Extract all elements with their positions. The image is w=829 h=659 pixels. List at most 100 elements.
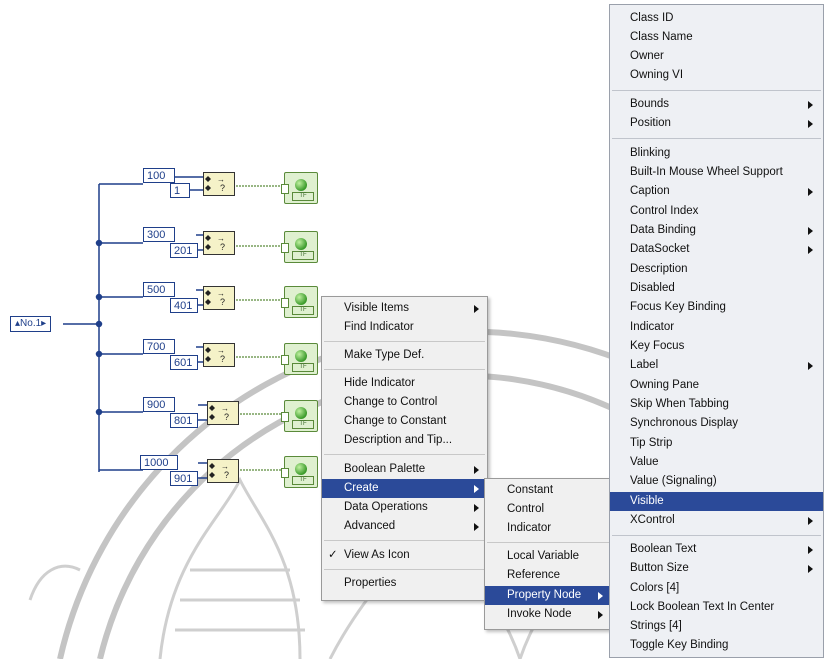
- menu-item-constant[interactable]: Constant: [485, 481, 611, 500]
- menu-item-hide-indicator[interactable]: Hide Indicator: [322, 374, 487, 393]
- const-hi-5[interactable]: 801: [170, 413, 198, 428]
- prop-owning-pane[interactable]: Owning Pane: [610, 376, 823, 395]
- const-lo-1[interactable]: 100: [143, 168, 175, 183]
- menu-item-visible-items[interactable]: Visible Items: [322, 299, 487, 318]
- prop-data-binding[interactable]: Data Binding: [610, 221, 823, 240]
- in-range-coerce-icon: →?: [205, 175, 225, 193]
- const-hi-4[interactable]: 601: [170, 355, 198, 370]
- menu-item-create[interactable]: Create: [322, 479, 487, 498]
- prop-disabled[interactable]: Disabled: [610, 279, 823, 298]
- prop-datasocket[interactable]: DataSocket: [610, 240, 823, 259]
- svg-text:?: ?: [224, 470, 229, 480]
- prop-value-signaling[interactable]: Value (Signaling): [610, 472, 823, 491]
- prop-control-index[interactable]: Control Index: [610, 202, 823, 221]
- submenu-arrow-icon: [808, 517, 813, 525]
- prop-colors[interactable]: Colors [4]: [610, 579, 823, 598]
- prop-caption[interactable]: Caption: [610, 182, 823, 201]
- menu-item-boolean-palette[interactable]: Boolean Palette: [322, 460, 487, 479]
- in-range-node-6[interactable]: →?: [207, 459, 239, 483]
- menu-separator: [612, 90, 821, 91]
- prop-built-in-mouse-wheel-support[interactable]: Built-In Mouse Wheel Support: [610, 163, 823, 182]
- boolean-indicator-1[interactable]: TF: [281, 172, 318, 204]
- prop-owner[interactable]: Owner: [610, 47, 823, 66]
- const-lo-3[interactable]: 500: [143, 282, 175, 297]
- menu-item-reference[interactable]: Reference: [485, 566, 611, 585]
- prop-key-focus[interactable]: Key Focus: [610, 337, 823, 356]
- prop-label[interactable]: Label: [610, 356, 823, 375]
- boolean-indicator-4[interactable]: TF: [281, 343, 318, 375]
- const-lo-2[interactable]: 300: [143, 227, 175, 242]
- block-diagram: ▴No.1▸ 100 1 300 201 500 401 700 601 900…: [0, 0, 829, 659]
- menu-item-invoke-node[interactable]: Invoke Node: [485, 605, 611, 624]
- submenu-arrow-icon: [598, 592, 603, 600]
- const-lo-6[interactable]: 1000: [140, 455, 178, 470]
- menu-item-find-indicator[interactable]: Find Indicator: [322, 318, 487, 337]
- in-range-node-1[interactable]: →?: [203, 172, 235, 196]
- menu-item-properties[interactable]: Properties: [322, 574, 487, 593]
- in-range-coerce-icon: →?: [205, 234, 225, 252]
- submenu-arrow-icon: [808, 227, 813, 235]
- prop-class-id[interactable]: Class ID: [610, 9, 823, 28]
- prop-lock-boolean-text-in-center[interactable]: Lock Boolean Text In Center: [610, 598, 823, 617]
- menu-item-change-to-constant[interactable]: Change to Constant: [322, 412, 487, 431]
- prop-position[interactable]: Position: [610, 114, 823, 133]
- prop-indicator[interactable]: Indicator: [610, 318, 823, 337]
- prop-toggle-key-binding[interactable]: Toggle Key Binding: [610, 636, 823, 655]
- menu-item-property-node[interactable]: Property Node: [485, 586, 611, 605]
- boolean-indicator-3[interactable]: TF: [281, 286, 318, 318]
- const-lo-4[interactable]: 700: [143, 339, 175, 354]
- prop-button-size[interactable]: Button Size: [610, 559, 823, 578]
- menu-item-description-and-tip[interactable]: Description and Tip...: [322, 431, 487, 450]
- submenu-arrow-icon: [474, 504, 479, 512]
- menu-separator: [324, 341, 485, 342]
- prop-strings[interactable]: Strings [4]: [610, 617, 823, 636]
- submenu-arrow-icon: [808, 120, 813, 128]
- menu-item-local-variable[interactable]: Local Variable: [485, 547, 611, 566]
- prop-tip-strip[interactable]: Tip Strip: [610, 434, 823, 453]
- in-range-node-2[interactable]: →?: [203, 231, 235, 255]
- menu-item-data-operations[interactable]: Data Operations: [322, 498, 487, 517]
- prop-boolean-text[interactable]: Boolean Text: [610, 540, 823, 559]
- const-hi-2[interactable]: 201: [170, 243, 198, 258]
- prop-bounds[interactable]: Bounds: [610, 95, 823, 114]
- prop-synchronous-display[interactable]: Synchronous Display: [610, 414, 823, 433]
- terminal-pin: [281, 412, 289, 422]
- menu-item-indicator[interactable]: Indicator: [485, 519, 611, 538]
- prop-description[interactable]: Description: [610, 260, 823, 279]
- svg-text:?: ?: [220, 297, 225, 307]
- boolean-indicator-5[interactable]: TF: [281, 400, 318, 432]
- in-range-node-5[interactable]: →?: [207, 401, 239, 425]
- menu-item-control[interactable]: Control: [485, 500, 611, 519]
- prop-focus-key-binding[interactable]: Focus Key Binding: [610, 298, 823, 317]
- menu-item-change-to-control[interactable]: Change to Control: [322, 393, 487, 412]
- prop-class-name[interactable]: Class Name: [610, 28, 823, 47]
- in-range-node-4[interactable]: →?: [203, 343, 235, 367]
- prop-owning-vi[interactable]: Owning VI: [610, 66, 823, 85]
- boolean-indicator-6[interactable]: TF: [281, 456, 318, 488]
- led-icon: [295, 350, 307, 362]
- in-range-coerce-icon: →?: [209, 404, 229, 422]
- property-node-submenu: Class ID Class Name Owner Owning VI Boun…: [609, 4, 824, 658]
- submenu-arrow-icon: [808, 546, 813, 554]
- tf-label: TF: [292, 476, 314, 485]
- submenu-arrow-icon: [808, 362, 813, 370]
- prop-value[interactable]: Value: [610, 453, 823, 472]
- menu-item-make-type-def[interactable]: Make Type Def.: [322, 346, 487, 365]
- const-hi-6[interactable]: 901: [170, 471, 198, 486]
- menu-item-advanced[interactable]: Advanced: [322, 517, 487, 536]
- const-hi-3[interactable]: 401: [170, 298, 198, 313]
- const-hi-1[interactable]: 1: [170, 183, 190, 198]
- menu-item-view-as-icon[interactable]: ✓ View As Icon: [322, 546, 487, 565]
- menu-separator: [612, 535, 821, 536]
- prop-xcontrol[interactable]: XControl: [610, 511, 823, 530]
- terminal-pin: [281, 468, 289, 478]
- enum-control[interactable]: ▴No.1▸: [10, 316, 52, 332]
- boolean-indicator-2[interactable]: TF: [281, 231, 318, 263]
- in-range-coerce-icon: →?: [205, 289, 225, 307]
- prop-blinking[interactable]: Blinking: [610, 144, 823, 163]
- svg-text:?: ?: [224, 412, 229, 422]
- prop-skip-when-tabbing[interactable]: Skip When Tabbing: [610, 395, 823, 414]
- prop-visible[interactable]: Visible: [610, 492, 823, 511]
- in-range-node-3[interactable]: →?: [203, 286, 235, 310]
- const-lo-5[interactable]: 900: [143, 397, 175, 412]
